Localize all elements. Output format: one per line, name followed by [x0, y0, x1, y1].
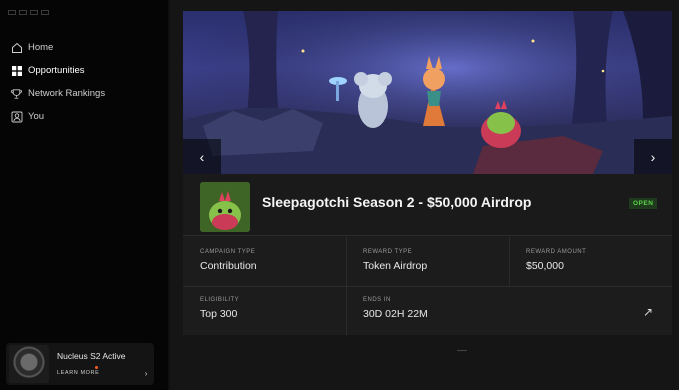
carousel-indicator[interactable]	[457, 350, 467, 351]
user-icon	[10, 110, 23, 123]
campaign-header: Sleepagotchi Season 2 - $50,000 Airdrop …	[183, 174, 672, 236]
promo-thumbnail	[9, 345, 49, 383]
sidebar-item-label: Home	[28, 42, 54, 53]
detail-label: REWARD AMOUNT	[526, 249, 587, 255]
divider	[183, 286, 672, 287]
carousel-prev-button[interactable]: ‹	[183, 139, 221, 174]
detail-ends-in: ENDS IN 30D 02H 22M	[363, 297, 428, 345]
home-icon	[10, 41, 23, 54]
sidebar-nav: Home Opportunities Network Rankings You	[10, 36, 105, 128]
detail-eligibility: ELIGIBILITY Top 300	[200, 297, 239, 345]
promo-title: Nucleus S2 Active	[57, 350, 126, 361]
trophy-icon	[10, 87, 23, 100]
sidebar-item-you[interactable]: You	[10, 105, 105, 128]
promo-card[interactable]: Nucleus S2 Active LEARN MORE ›	[6, 343, 154, 385]
main-content: ‹ › Sleepagotchi Season 2 - $50,000 Aird…	[170, 0, 679, 390]
detail-value: Contribution	[200, 260, 257, 272]
detail-value: 30D 02H 22M	[363, 308, 428, 320]
detail-value: $50,000	[526, 260, 564, 272]
detail-value: Token Airdrop	[363, 260, 428, 272]
detail-label: ELIGIBILITY	[200, 297, 240, 303]
detail-campaign-type: CAMPAIGN TYPE Contribution	[200, 249, 257, 297]
notification-dot	[95, 365, 98, 369]
external-link-icon[interactable]: ↗	[643, 305, 653, 319]
status-badge: OPEN	[629, 198, 658, 209]
campaign-banner-image: ‹ ›	[183, 11, 672, 174]
carousel-next-button[interactable]: ›	[634, 139, 672, 174]
sidebar-item-network-rankings[interactable]: Network Rankings	[10, 82, 105, 105]
campaign-thumbnail	[200, 182, 250, 232]
sidebar-item-label: Network Rankings	[28, 88, 106, 99]
app-logo[interactable]	[8, 2, 68, 15]
chevron-left-icon: ‹	[199, 148, 205, 165]
sidebar-item-label: Opportunities	[28, 65, 85, 76]
campaign-title: Sleepagotchi Season 2 - $50,000 Airdrop	[262, 194, 532, 210]
learn-more-link[interactable]: LEARN MORE ›	[57, 365, 148, 378]
detail-label: REWARD TYPE	[363, 249, 413, 255]
sidebar-item-home[interactable]: Home	[10, 36, 105, 59]
sidebar: Home Opportunities Network Rankings You …	[0, 0, 168, 390]
detail-value: Top 300	[200, 308, 238, 320]
sidebar-item-opportunities[interactable]: Opportunities	[10, 59, 105, 82]
chevron-right-icon: ›	[650, 148, 656, 165]
divider	[509, 237, 510, 286]
campaign-card: ‹ › Sleepagotchi Season 2 - $50,000 Aird…	[183, 11, 672, 335]
grid-icon	[10, 64, 23, 77]
sidebar-item-label: You	[28, 111, 45, 122]
chevron-right-icon: ›	[144, 368, 148, 378]
detail-label: CAMPAIGN TYPE	[200, 249, 256, 255]
detail-reward-amount: REWARD AMOUNT $50,000	[526, 249, 586, 297]
campaign-details: CAMPAIGN TYPE Contribution REWARD TYPE T…	[183, 237, 672, 335]
detail-label: ENDS IN	[363, 297, 391, 303]
detail-reward-type: REWARD TYPE Token Airdrop	[363, 249, 427, 297]
